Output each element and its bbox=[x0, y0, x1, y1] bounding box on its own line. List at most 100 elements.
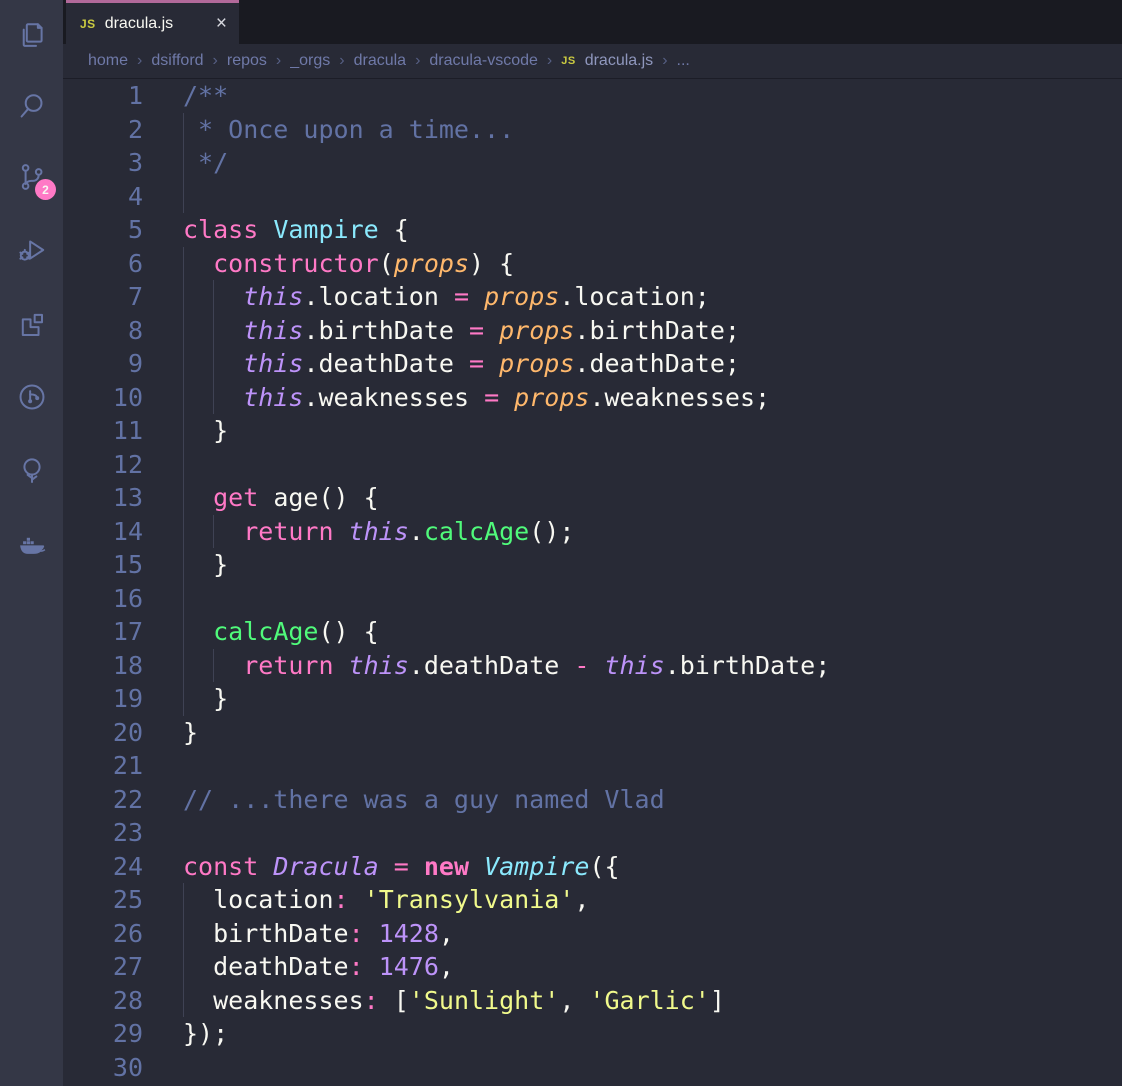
code-line[interactable]: 28 weaknesses: ['Sunlight', 'Garlic'] bbox=[63, 984, 1122, 1018]
code-line[interactable]: 26 birthDate: 1428, bbox=[63, 917, 1122, 951]
breadcrumb-item[interactable]: dracula bbox=[354, 52, 406, 70]
code-line[interactable]: 2 * Once upon a time... bbox=[63, 113, 1122, 147]
activity-todo-tree-button[interactable] bbox=[0, 446, 63, 494]
code-line[interactable]: 13 get age() { bbox=[63, 481, 1122, 515]
code-text bbox=[183, 1051, 1122, 1085]
code-line[interactable]: 12 bbox=[63, 448, 1122, 482]
line-number[interactable]: 19 bbox=[63, 684, 183, 713]
indent-guide bbox=[183, 515, 184, 549]
code-line[interactable]: 10 this.weaknesses = props.weaknesses; bbox=[63, 381, 1122, 415]
code-text: birthDate: 1428, bbox=[183, 917, 1122, 951]
breadcrumb-item[interactable]: ... bbox=[677, 52, 690, 70]
line-number[interactable]: 28 bbox=[63, 986, 183, 1015]
activity-explorer-button[interactable] bbox=[0, 11, 63, 59]
activity-run-debug-button[interactable] bbox=[0, 226, 63, 274]
code-line[interactable]: 4 bbox=[63, 180, 1122, 214]
line-number[interactable]: 25 bbox=[63, 885, 183, 914]
code-line[interactable]: 20} bbox=[63, 716, 1122, 750]
code-token: , bbox=[559, 986, 589, 1015]
code-line[interactable]: 29}); bbox=[63, 1017, 1122, 1051]
line-number[interactable]: 29 bbox=[63, 1019, 183, 1048]
code-token: .weaknesses; bbox=[589, 383, 770, 412]
code-token: () { bbox=[318, 617, 378, 646]
code-token: .deathDate bbox=[303, 349, 469, 378]
code-line[interactable]: 25 location: 'Transylvania', bbox=[63, 883, 1122, 917]
line-number[interactable]: 4 bbox=[63, 182, 183, 211]
line-number[interactable]: 15 bbox=[63, 550, 183, 579]
code-token: - bbox=[574, 651, 604, 680]
line-number[interactable]: 11 bbox=[63, 416, 183, 445]
line-number[interactable]: 2 bbox=[63, 115, 183, 144]
code-token: location bbox=[183, 885, 334, 914]
code-line[interactable]: 17 calcAge() { bbox=[63, 615, 1122, 649]
code-line[interactable]: 16 bbox=[63, 582, 1122, 616]
line-number[interactable]: 5 bbox=[63, 215, 183, 244]
indent-guide bbox=[183, 381, 184, 415]
code-line[interactable]: 5class Vampire { bbox=[63, 213, 1122, 247]
code-line[interactable]: 18 return this.deathDate - this.birthDat… bbox=[63, 649, 1122, 683]
activity-bar: 2 bbox=[0, 0, 63, 1086]
code-token: .deathDate bbox=[409, 651, 575, 680]
breadcrumb-item[interactable]: _orgs bbox=[290, 52, 330, 70]
breadcrumb-item[interactable]: repos bbox=[227, 52, 267, 70]
indent-guide bbox=[183, 180, 184, 214]
code-line[interactable]: 14 return this.calcAge(); bbox=[63, 515, 1122, 549]
code-line[interactable]: 27 deathDate: 1476, bbox=[63, 950, 1122, 984]
line-number[interactable]: 9 bbox=[63, 349, 183, 378]
line-number[interactable]: 10 bbox=[63, 383, 183, 412]
code-editor[interactable]: 1/**2 * Once upon a time...3 */45class V… bbox=[63, 79, 1122, 1086]
line-number[interactable]: 27 bbox=[63, 952, 183, 981]
line-number[interactable]: 18 bbox=[63, 651, 183, 680]
breadcrumb-item[interactable]: dsifford bbox=[151, 52, 203, 70]
line-number[interactable]: 3 bbox=[63, 148, 183, 177]
line-number[interactable]: 8 bbox=[63, 316, 183, 345]
activity-extensions-button[interactable] bbox=[0, 299, 63, 347]
line-number[interactable]: 17 bbox=[63, 617, 183, 646]
line-number[interactable]: 24 bbox=[63, 852, 183, 881]
code-line[interactable]: 22// ...there was a guy named Vlad bbox=[63, 783, 1122, 817]
code-line[interactable]: 11 } bbox=[63, 414, 1122, 448]
line-number[interactable]: 16 bbox=[63, 584, 183, 613]
line-number[interactable]: 7 bbox=[63, 282, 183, 311]
breadcrumb-item[interactable]: dracula-vscode bbox=[429, 52, 538, 70]
code-line[interactable]: 1/** bbox=[63, 79, 1122, 113]
code-line[interactable]: 19 } bbox=[63, 682, 1122, 716]
code-line[interactable]: 23 bbox=[63, 816, 1122, 850]
activity-docker-button[interactable] bbox=[0, 519, 63, 567]
line-number[interactable]: 6 bbox=[63, 249, 183, 278]
code-line[interactable]: 24const Dracula = new Vampire({ bbox=[63, 850, 1122, 884]
breadcrumb-item[interactable]: dracula.js bbox=[585, 52, 653, 70]
line-number[interactable]: 20 bbox=[63, 718, 183, 747]
line-number[interactable]: 30 bbox=[63, 1053, 183, 1082]
indent-guide bbox=[183, 548, 184, 582]
line-number[interactable]: 14 bbox=[63, 517, 183, 546]
activity-search-button[interactable] bbox=[0, 82, 63, 130]
line-number[interactable]: 23 bbox=[63, 818, 183, 847]
code-text bbox=[183, 180, 1122, 214]
code-line[interactable]: 30 bbox=[63, 1051, 1122, 1085]
tab-dracula-js[interactable]: JS dracula.js × bbox=[66, 0, 239, 44]
breadcrumb-item[interactable]: home bbox=[88, 52, 128, 70]
line-number[interactable]: 26 bbox=[63, 919, 183, 948]
code-token: birthDate bbox=[183, 919, 349, 948]
line-number[interactable]: 12 bbox=[63, 450, 183, 479]
code-line[interactable]: 9 this.deathDate = props.deathDate; bbox=[63, 347, 1122, 381]
line-number[interactable]: 13 bbox=[63, 483, 183, 512]
code-line[interactable]: 3 */ bbox=[63, 146, 1122, 180]
code-line[interactable]: 7 this.location = props.location; bbox=[63, 280, 1122, 314]
code-line[interactable]: 21 bbox=[63, 749, 1122, 783]
activity-source-control-button[interactable]: 2 bbox=[0, 153, 63, 201]
code-line[interactable]: 15 } bbox=[63, 548, 1122, 582]
code-token: { bbox=[394, 215, 409, 244]
activity-git-graph-button[interactable] bbox=[0, 373, 63, 421]
code-text: this.birthDate = props.birthDate; bbox=[183, 314, 1122, 348]
code-line[interactable]: 8 this.birthDate = props.birthDate; bbox=[63, 314, 1122, 348]
code-token: = bbox=[469, 349, 499, 378]
code-token: .birthDate; bbox=[574, 316, 740, 345]
line-number[interactable]: 22 bbox=[63, 785, 183, 814]
code-line[interactable]: 6 constructor(props) { bbox=[63, 247, 1122, 281]
close-tab-icon[interactable]: × bbox=[216, 14, 227, 33]
line-number[interactable]: 21 bbox=[63, 751, 183, 780]
code-token: props bbox=[499, 316, 574, 345]
line-number[interactable]: 1 bbox=[63, 81, 183, 110]
